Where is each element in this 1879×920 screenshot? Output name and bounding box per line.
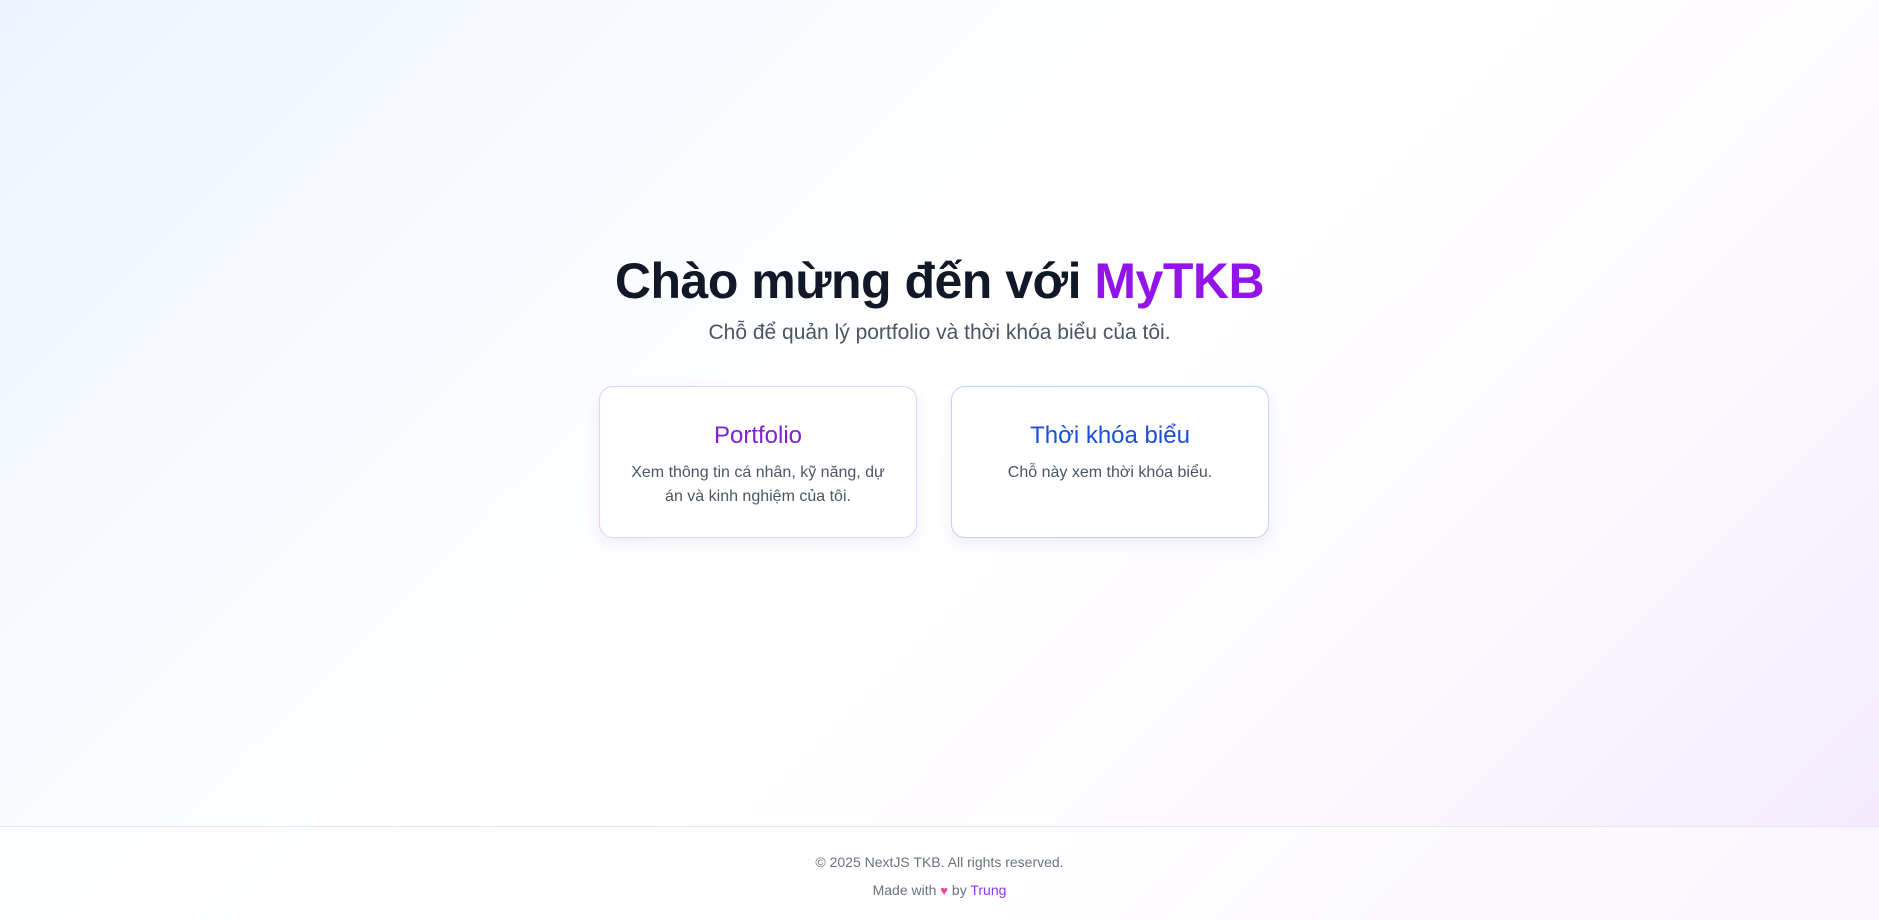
timetable-card-description: Chỗ này xem thời khóa biểu.: [1007, 464, 1213, 481]
timetable-card[interactable]: Thời khóa biểu Chỗ này xem thời khóa biể…: [951, 386, 1269, 538]
timetable-card-title: Thời khóa biểu: [1030, 422, 1190, 449]
made-with-text: Made with: [872, 882, 937, 898]
brand-name: MyTKB: [1094, 253, 1265, 309]
heart-icon: ♥: [940, 883, 949, 898]
footer: © 2025 NextJS TKB. All rights reserved. …: [0, 826, 1879, 920]
page-title: Chào mừng đến với MyTKB: [0, 248, 1879, 314]
by-text: by: [951, 882, 967, 898]
footer-copyright: © 2025 NextJS TKB. All rights reserved.: [815, 854, 1064, 870]
author-link[interactable]: Trung: [970, 882, 1006, 898]
footer-credit: Made with ♥ by Trung: [0, 880, 1879, 901]
title-prefix: Chào mừng đến với: [614, 253, 1095, 309]
page-subtitle: Chỗ để quản lý portfolio và thời khóa bi…: [708, 321, 1171, 344]
hero-section: Chào mừng đến với MyTKB Chỗ để quản lý p…: [0, 0, 1879, 827]
portfolio-card[interactable]: Portfolio Xem thông tin cá nhân, kỹ năng…: [599, 386, 917, 538]
portfolio-card-title: Portfolio: [713, 422, 803, 449]
portfolio-card-description: Xem thông tin cá nhân, kỹ năng, dự án và…: [631, 464, 885, 505]
